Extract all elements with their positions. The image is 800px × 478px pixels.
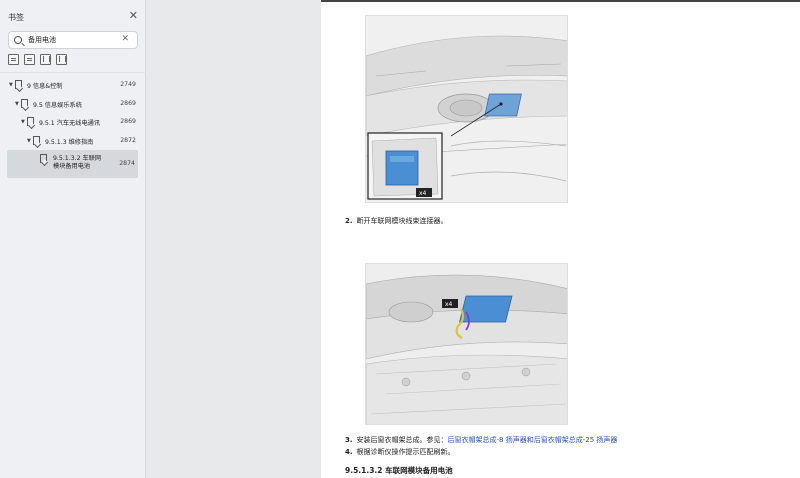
caret-down-icon[interactable]: ▼ [27,138,31,144]
document-page: x4 2. 断开车联网模块线束连接器。 x4 3. 安装后窗衣帽架总成。参见：后… [321,0,800,478]
bookmark-panel-header: 书签 ✕ [8,10,140,24]
page-border [321,0,800,2]
bookmark-page: 2749 [120,81,136,88]
bookmark-panel: 书签 ✕ ✕ ▼ 9 信息&控制 2749 ▼ 9.5 信息娱乐系统 2869 … [0,0,146,478]
figure-connector-drawing: x4 [366,264,567,424]
bookmark-icon [27,117,34,126]
bookmark-item[interactable]: ▼ 9.5 信息娱乐系统 2869 [0,95,146,114]
step-text: 根据诊断仪操作提示匹配刷新。 [356,448,455,456]
search-icon [14,36,22,44]
bookmark-page: 2869 [120,118,136,125]
bookmark-page: 2872 [120,136,136,144]
bookmark-search-input[interactable] [28,34,118,46]
bookmark-icon [40,154,47,163]
divider [0,72,146,73]
bookmark-label: 9.5.1.3 维修指南 [45,138,94,146]
bookmark-panel-title: 书签 [8,13,24,22]
step-text: 安装后窗衣帽架总成。参见： [356,436,448,444]
remove-bookmark-icon[interactable] [56,54,67,65]
bookmark-label: 9.5 信息娱乐系统 [33,101,82,109]
figure-module-location: x4 [365,15,568,203]
collapse-all-icon[interactable] [24,54,35,65]
step-number: 3. [345,436,353,444]
step-text: 断开车联网模块线束连接器。 [356,217,448,225]
section-heading: 9.5.1.3.2 车联网模块备用电池 [345,466,453,475]
bookmark-label: 9.5.1 汽车无线电通讯 [39,120,101,127]
reference-link[interactable]: 后窗衣帽架总成-8 扬声器和后窗衣帽架总成-25 扬声器 [448,436,618,444]
step-number: 2. [345,217,353,225]
step-3: 3. 安装后窗衣帽架总成。参见：后窗衣帽架总成-8 扬声器和后窗衣帽架总成-25 … [345,435,617,445]
caret-down-icon[interactable]: ▼ [21,119,25,125]
bookmark-tree: ▼ 9 信息&控制 2749 ▼ 9.5 信息娱乐系统 2869 ▼ 9.5.1… [0,76,146,178]
bookmark-icon [15,80,22,89]
bookmark-label: 9.5.1.3.2 车联网模块备用电池 [53,155,102,170]
document-view[interactable]: x4 2. 断开车联网模块线束连接器。 x4 3. 安装后窗衣帽架总成。参见：后… [146,0,800,478]
fig2-badge: x4 [445,301,453,308]
bookmark-icon [33,135,40,145]
bookmark-item[interactable]: ▼ 9.5.1.3 维修指南 2872 [0,132,146,151]
figure-module-location-drawing: x4 [366,16,567,202]
bookmark-page: 2869 [120,99,136,107]
bookmark-item[interactable]: ▼ 9.5.1 汽车无线电通讯 2869 [0,113,146,132]
figure-connector: x4 [365,263,568,425]
bookmark-page: 2874 [119,160,135,167]
step-2: 2. 断开车联网模块线束连接器。 [345,216,448,226]
clear-search-icon[interactable]: ✕ [121,34,129,44]
caret-down-icon[interactable]: ▼ [9,82,13,88]
expand-all-icon[interactable] [8,54,19,65]
bookmark-toolbar [8,54,67,66]
caret-down-icon[interactable]: ▼ [15,101,19,107]
add-bookmark-icon[interactable] [40,54,51,65]
step-4: 4. 根据诊断仪操作提示匹配刷新。 [345,447,455,457]
fig1-badge: x4 [419,190,427,197]
bookmark-item[interactable]: ▼ 9 信息&控制 2749 [0,76,146,95]
close-icon[interactable]: ✕ [129,10,138,22]
bookmark-icon [21,98,28,108]
bookmark-item-selected[interactable]: 9.5.1.3.2 车联网模块备用电池 2874 [7,150,138,178]
bookmark-label: 9 信息&控制 [27,83,63,90]
step-number: 4. [345,448,353,456]
bookmark-search[interactable]: ✕ [8,31,138,49]
